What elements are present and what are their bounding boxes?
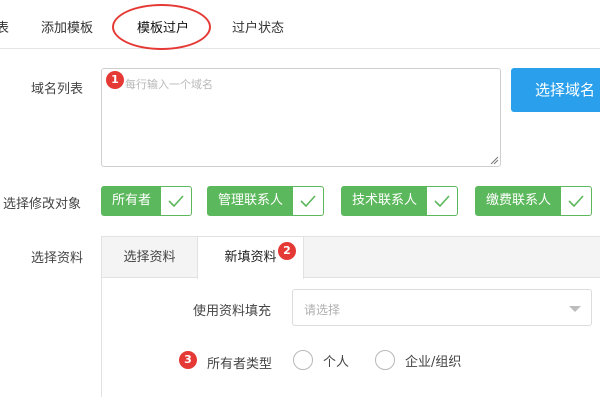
radio-individual-label: 个人 (323, 354, 350, 370)
tab-template-transfer[interactable]: 模板过户 (137, 17, 189, 36)
checkbox-billing-contact[interactable]: 缴费联系人 (475, 186, 593, 216)
info-panel: 选择资料 新填资料 使用资料填充 请选择 (101, 236, 600, 397)
tab-transfer-status[interactable]: 过户状态 (232, 17, 284, 36)
chevron-down-icon (569, 306, 581, 312)
checkbox-tech-contact[interactable]: 技术联系人 (341, 186, 459, 216)
checkbox-billing-contact-label: 缴费联系人 (476, 187, 562, 215)
owner-type-label: 所有者类型 (207, 357, 273, 372)
tab-add-template[interactable]: 添加模板 (41, 17, 93, 36)
checkbox-tech-contact-label: 技术联系人 (342, 187, 428, 215)
annotation-badge-3: 3 (179, 351, 197, 369)
checkbox-owner-label: 所有者 (102, 187, 162, 215)
tab-partial[interactable]: 表 (0, 17, 9, 36)
checkbox-admin-contact[interactable]: 管理联系人 (207, 186, 325, 216)
annotation-badge-1: 1 (106, 71, 124, 89)
fill-info-select[interactable]: 请选择 (292, 289, 592, 326)
radio-organization[interactable]: 企业/组织 (375, 350, 461, 370)
resize-grip-icon[interactable] (489, 155, 499, 165)
check-icon (427, 187, 457, 215)
top-tab-bar: 表 添加模板 模板过户 过户状态 (0, 0, 600, 50)
radio-circle-icon (375, 350, 395, 370)
fill-info-placeholder: 请选择 (304, 303, 341, 317)
radio-organization-label: 企业/组织 (405, 354, 462, 370)
check-icon (161, 187, 191, 215)
annotation-badge-2: 2 (278, 242, 296, 260)
checkbox-owner[interactable]: 所有者 (101, 186, 193, 216)
checkbox-admin-contact-label: 管理联系人 (208, 187, 294, 215)
domain-list-label: 域名列表 (31, 82, 84, 97)
fill-with-info-label: 使用资料填充 (193, 304, 272, 319)
select-domain-button[interactable]: 选择域名 (511, 68, 600, 112)
radio-circle-icon (293, 350, 313, 370)
radio-individual[interactable]: 个人 (293, 350, 349, 370)
info-panel-tabs: 选择资料 新填资料 (102, 237, 600, 279)
domain-list-placeholder: 每行输入一个域名 (125, 78, 213, 91)
tab-select-info[interactable]: 选择资料 (102, 237, 197, 278)
select-info-label: 选择资料 (31, 251, 84, 266)
check-icon (561, 187, 591, 215)
modify-target-label: 选择修改对象 (3, 197, 82, 212)
check-icon (293, 187, 323, 215)
domain-list-textarea[interactable]: 每行输入一个域名 (101, 68, 501, 167)
